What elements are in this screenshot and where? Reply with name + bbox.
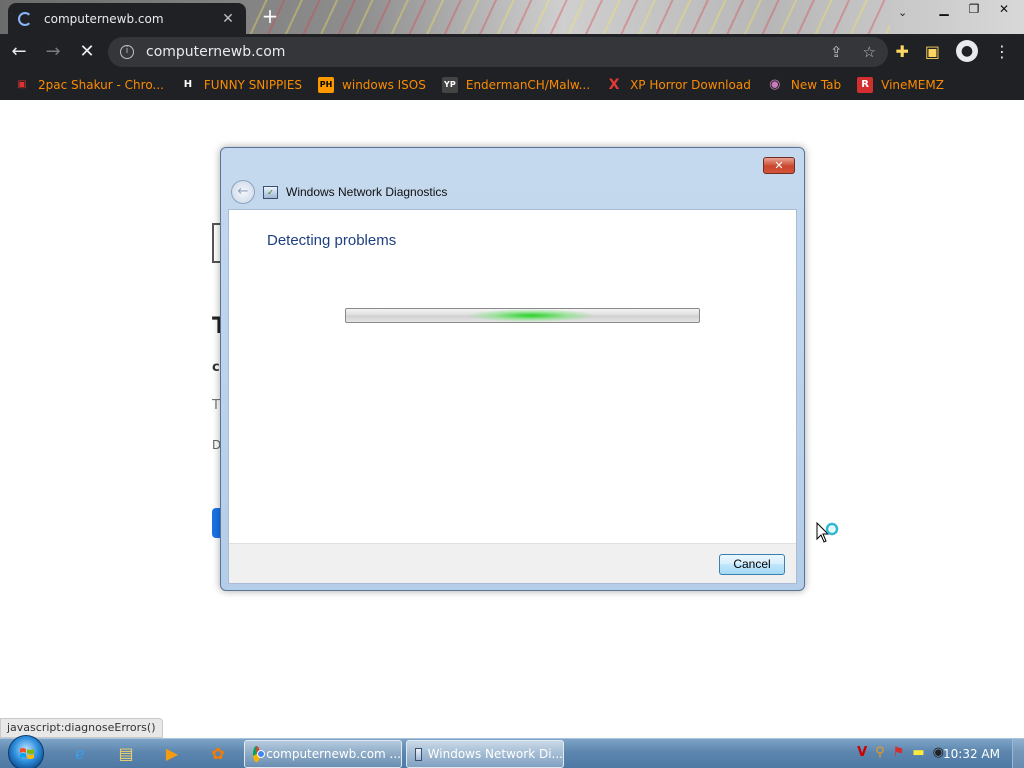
busy-cursor-icon	[816, 522, 839, 543]
browser-toolbar: ← → ✕ i computernewb.com ⇪ ☆ ✚ ▣ ● ⋮	[0, 34, 1024, 70]
taskbar-diagnostics-window[interactable]: Windows Network Di...	[406, 740, 564, 768]
tab-close-icon[interactable]: ✕	[220, 11, 236, 27]
window-controls: ▁ ❐ ✕	[932, 0, 1016, 18]
dialog-body: Detecting problems Cancel	[228, 209, 797, 584]
internet-explorer-icon[interactable]: ℯ	[62, 742, 98, 766]
restore-icon[interactable]: ❐	[962, 0, 986, 18]
bookmark-0[interactable]: ▣ 2pac Shakur - Chro...	[14, 77, 164, 93]
tab-title: computernewb.com	[44, 11, 164, 26]
bookmark-4[interactable]: X XP Horror Download	[606, 77, 751, 93]
bookmark-star-icon[interactable]: ☆	[863, 43, 876, 61]
dialog-footer: Cancel	[229, 543, 796, 583]
forward-arrow-icon[interactable]: →	[38, 37, 68, 67]
tab-search-chevron-icon[interactable]: ⌄	[898, 6, 907, 19]
paint-icon[interactable]: ✿	[200, 742, 236, 766]
notification-tray-icon[interactable]: ▬	[912, 745, 924, 760]
network-diagnostics-dialog: ✕ ← ✓ Windows Network Diagnostics Detect…	[220, 147, 805, 591]
image-bookmark-icon: ▣	[17, 79, 27, 90]
chrome-icon	[253, 746, 265, 762]
back-arrow-icon[interactable]: ←	[231, 180, 255, 204]
extensions-puzzle-icon[interactable]: ✚	[895, 42, 908, 61]
stop-loading-icon[interactable]: ✕	[72, 37, 102, 67]
taskbar-chrome-window[interactable]: computernewb.com ...	[244, 740, 402, 768]
dialog-title: Windows Network Diagnostics	[286, 185, 448, 199]
progress-glow	[466, 309, 596, 322]
dialog-header: ← ✓ Windows Network Diagnostics	[231, 180, 447, 204]
flag-tray-icon[interactable]: ⚑	[893, 745, 905, 760]
file-explorer-icon[interactable]: ▤	[108, 742, 144, 766]
site-info-icon[interactable]: i	[120, 45, 134, 59]
minimize-icon[interactable]: ▁	[932, 0, 956, 18]
r-bookmark-icon: R	[857, 77, 874, 93]
show-desktop-button[interactable]	[1012, 739, 1024, 768]
network-diagnostics-icon	[415, 747, 422, 761]
profile-avatar-icon[interactable]: ●	[956, 40, 978, 62]
bookmark-2[interactable]: PH windows ISOS	[318, 77, 426, 93]
x-bookmark-icon: X	[608, 77, 620, 93]
menu-kebab-icon[interactable]: ⋮	[994, 42, 1010, 61]
tab-strip: computernewb.com ✕ + ⌄ ▁ ❐ ✕	[0, 0, 1024, 34]
page-text-fragment: T	[212, 398, 220, 413]
dialog-heading: Detecting problems	[267, 232, 397, 249]
bookmarks-bar: ▣ 2pac Shakur - Chro... H FUNNY SNIPPIES P…	[0, 70, 1024, 100]
share-icon[interactable]: ⇪	[830, 43, 843, 61]
system-tray: V ⚲ ⚑ ▬ ◉	[857, 745, 944, 760]
v-tray-icon[interactable]: V	[857, 745, 867, 760]
globe-bookmark-icon: ◉	[769, 77, 781, 92]
close-window-icon[interactable]: ✕	[992, 0, 1016, 18]
clock[interactable]: 10:32 AM	[943, 739, 1000, 768]
start-button[interactable]	[8, 735, 44, 768]
new-tab-button[interactable]: +	[258, 5, 282, 29]
address-bar[interactable]: i computernewb.com ⇪ ☆	[108, 37, 888, 67]
windows-flag-icon	[20, 748, 34, 759]
bookmark-6[interactable]: R VineMEMZ	[857, 77, 944, 93]
h-bookmark-icon: H	[183, 79, 193, 90]
page-subheading-fragment: c	[212, 360, 220, 375]
side-panel-icon[interactable]: ▣	[925, 42, 940, 61]
bookmark-5[interactable]: ◉ New Tab	[767, 77, 841, 93]
network-diagnostics-icon: ✓	[263, 185, 278, 199]
search-tray-icon[interactable]: ⚲	[875, 745, 885, 760]
progress-bar	[345, 308, 700, 323]
ph-bookmark-icon: PH	[318, 77, 335, 93]
address-text[interactable]: computernewb.com	[146, 44, 285, 60]
taskbar-item-label: computernewb.com ...	[266, 747, 401, 761]
tab-active[interactable]: computernewb.com ✕	[8, 3, 246, 34]
theme-background	[250, 0, 890, 34]
bookmark-1[interactable]: H FUNNY SNIPPIES	[180, 77, 302, 93]
loading-spinner-icon	[18, 11, 32, 26]
cancel-button[interactable]: Cancel	[719, 554, 785, 575]
taskbar-item-label: Windows Network Di...	[427, 747, 563, 761]
back-arrow-icon[interactable]: ←	[4, 37, 34, 67]
media-player-icon[interactable]: ▶	[154, 742, 190, 766]
dialog-close-button[interactable]: ✕	[763, 157, 795, 174]
taskbar: ℯ ▤ ▶ ✿ computernewb.com ... Windows Net…	[0, 735, 1024, 768]
yp-bookmark-icon: YP	[441, 77, 458, 93]
bookmark-3[interactable]: YP EndermanCH/Malw...	[441, 77, 590, 93]
